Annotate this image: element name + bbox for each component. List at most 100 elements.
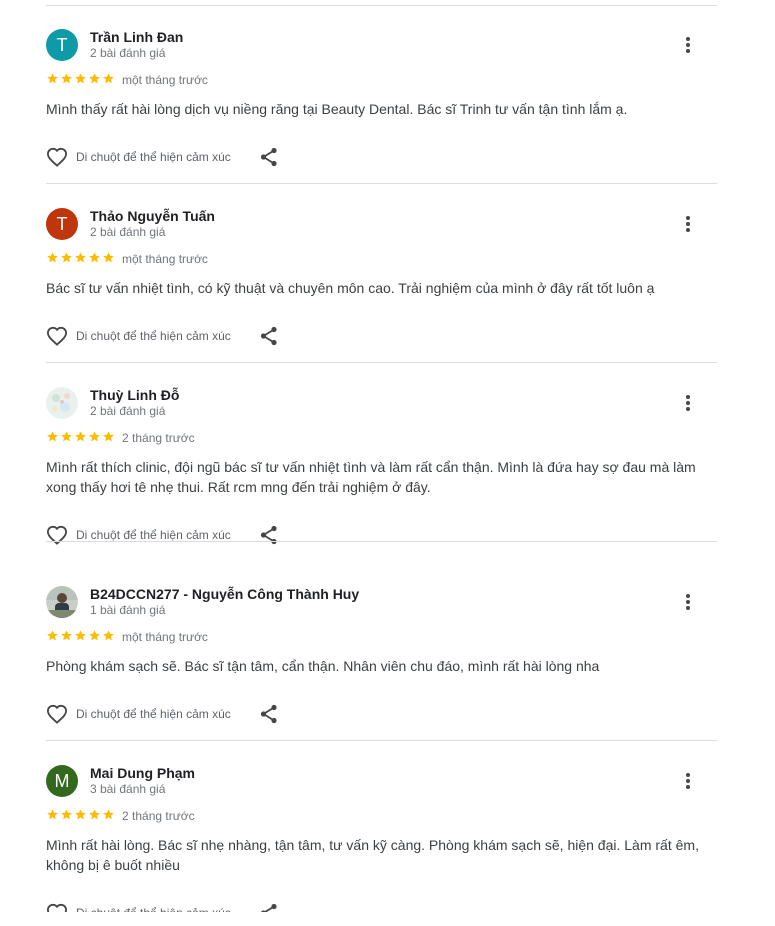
star-icon xyxy=(74,808,87,821)
star-icon xyxy=(74,72,87,85)
star-icon xyxy=(88,808,101,821)
avatar-initial: M xyxy=(54,771,70,791)
star-icon xyxy=(102,72,115,85)
reviewer-name[interactable]: Thuỳ Linh Đỗ xyxy=(90,387,179,403)
star-rating xyxy=(46,430,115,443)
react-button[interactable]: Di chuột để thể hiện cảm xúc xyxy=(46,702,231,726)
heart-outline-icon xyxy=(46,525,68,545)
more-options-button[interactable] xyxy=(676,590,700,614)
review-text: Phòng khám sạch sẽ. Bác sĩ tận tâm, cẩn … xyxy=(46,658,600,674)
reviewer-name[interactable]: Mai Dung Phạm xyxy=(90,765,195,781)
review-actions: Di chuột để thể hiện cảm xúc xyxy=(46,523,306,547)
review-time: 2 tháng trước xyxy=(122,431,195,445)
review-card: T Trần Linh Đan 2 bài đánh giá một tháng tr… xyxy=(46,5,717,184)
star-icon xyxy=(60,251,73,264)
review-text: Mình rất hài lòng. Bác sĩ nhẹ nhàng, tận… xyxy=(46,837,699,873)
star-icon xyxy=(46,72,59,85)
share-icon xyxy=(260,147,278,167)
avatar-initial: T xyxy=(56,214,68,234)
more-vert-icon xyxy=(676,212,700,236)
react-label: Di chuột để thể hiện cảm xúc xyxy=(76,707,231,721)
review-card: M Mai Dung Phạm 3 bài đánh giá 2 tháng trướ… xyxy=(46,741,717,912)
star-rating xyxy=(46,72,115,85)
star-icon xyxy=(60,72,73,85)
avatar-initial: T xyxy=(56,35,68,55)
star-icon xyxy=(102,251,115,264)
react-button[interactable]: Di chuột để thể hiện cảm xúc xyxy=(46,901,231,912)
avatar[interactable] xyxy=(46,586,78,618)
more-vert-icon xyxy=(676,769,700,793)
review-card: T Thảo Nguyễn Tuấn 2 bài đánh giá một tháng… xyxy=(46,184,717,363)
share-button[interactable] xyxy=(260,145,280,169)
review-count: 2 bài đánh giá xyxy=(90,225,166,239)
reviewer-name[interactable]: Thảo Nguyễn Tuấn xyxy=(90,208,215,224)
review-actions: Di chuột để thể hiện cảm xúc xyxy=(46,702,306,726)
heart-outline-icon xyxy=(46,326,68,346)
share-button[interactable] xyxy=(260,901,280,912)
avatar[interactable]: T xyxy=(46,29,78,61)
star-rating xyxy=(46,629,115,642)
avatar[interactable]: T xyxy=(46,208,78,240)
star-icon xyxy=(88,251,101,264)
star-icon xyxy=(46,629,59,642)
share-button[interactable] xyxy=(260,523,280,547)
star-icon xyxy=(60,430,73,443)
review-count: 1 bài đánh giá xyxy=(90,603,166,617)
review-actions: Di chuột để thể hiện cảm xúc xyxy=(46,901,306,912)
review-card: Thuỳ Linh Đỗ 2 bài đánh giá 2 tháng trước M… xyxy=(46,363,717,545)
star-icon xyxy=(88,430,101,443)
star-rating xyxy=(46,251,115,264)
star-icon xyxy=(88,72,101,85)
review-count: 2 bài đánh giá xyxy=(90,46,166,60)
star-icon xyxy=(60,629,73,642)
reviewer-name[interactable]: B24DCCN277 - Nguyễn Công Thành Huy xyxy=(90,586,359,602)
react-label: Di chuột để thể hiện cảm xúc xyxy=(76,906,231,912)
react-label: Di chuột để thể hiện cảm xúc xyxy=(76,150,231,164)
more-options-button[interactable] xyxy=(676,769,700,793)
more-vert-icon xyxy=(676,590,700,614)
review-card: B24DCCN277 - Nguyễn Công Thành Huy 1 bài … xyxy=(46,562,717,741)
share-button[interactable] xyxy=(260,324,280,348)
star-icon xyxy=(46,251,59,264)
star-icon xyxy=(74,629,87,642)
review-text: Bác sĩ tư vấn nhiệt tình, có kỹ thuật và… xyxy=(46,280,655,296)
share-icon xyxy=(260,326,278,346)
review-time: một tháng trước xyxy=(122,73,208,87)
reviews-list: T Trần Linh Đan 2 bài đánh giá một tháng tr… xyxy=(0,0,775,912)
react-label: Di chuột để thể hiện cảm xúc xyxy=(76,528,231,542)
star-icon xyxy=(88,629,101,642)
react-label: Di chuột để thể hiện cảm xúc xyxy=(76,329,231,343)
heart-outline-icon xyxy=(46,704,68,724)
review-count: 2 bài đánh giá xyxy=(90,404,166,418)
star-icon xyxy=(46,808,59,821)
review-actions: Di chuột để thể hiện cảm xúc xyxy=(46,324,306,348)
avatar[interactable] xyxy=(46,387,78,419)
star-icon xyxy=(60,808,73,821)
more-vert-icon xyxy=(676,33,700,57)
review-text: Mình thấy rất hài lòng dịch vụ niềng răn… xyxy=(46,101,628,117)
star-icon xyxy=(74,430,87,443)
review-actions: Di chuột để thể hiện cảm xúc xyxy=(46,145,306,169)
divider xyxy=(46,541,717,542)
share-icon xyxy=(260,525,278,545)
more-options-button[interactable] xyxy=(676,212,700,236)
heart-outline-icon xyxy=(46,147,68,167)
heart-outline-icon xyxy=(46,903,68,912)
review-time: 2 tháng trước xyxy=(122,809,195,823)
star-icon xyxy=(102,430,115,443)
avatar[interactable]: M xyxy=(46,765,78,797)
more-options-button[interactable] xyxy=(676,33,700,57)
review-time: một tháng trước xyxy=(122,252,208,266)
star-icon xyxy=(74,251,87,264)
react-button[interactable]: Di chuột để thể hiện cảm xúc xyxy=(46,324,231,348)
share-icon xyxy=(260,704,278,724)
more-options-button[interactable] xyxy=(676,391,700,415)
star-icon xyxy=(102,629,115,642)
react-button[interactable]: Di chuột để thể hiện cảm xúc xyxy=(46,523,231,547)
react-button[interactable]: Di chuột để thể hiện cảm xúc xyxy=(46,145,231,169)
review-text: Mình rất thích clinic, đội ngũ bác sĩ tư… xyxy=(46,459,696,495)
reviewer-name[interactable]: Trần Linh Đan xyxy=(90,29,183,45)
star-icon xyxy=(46,430,59,443)
more-vert-icon xyxy=(676,391,700,415)
share-button[interactable] xyxy=(260,702,280,726)
